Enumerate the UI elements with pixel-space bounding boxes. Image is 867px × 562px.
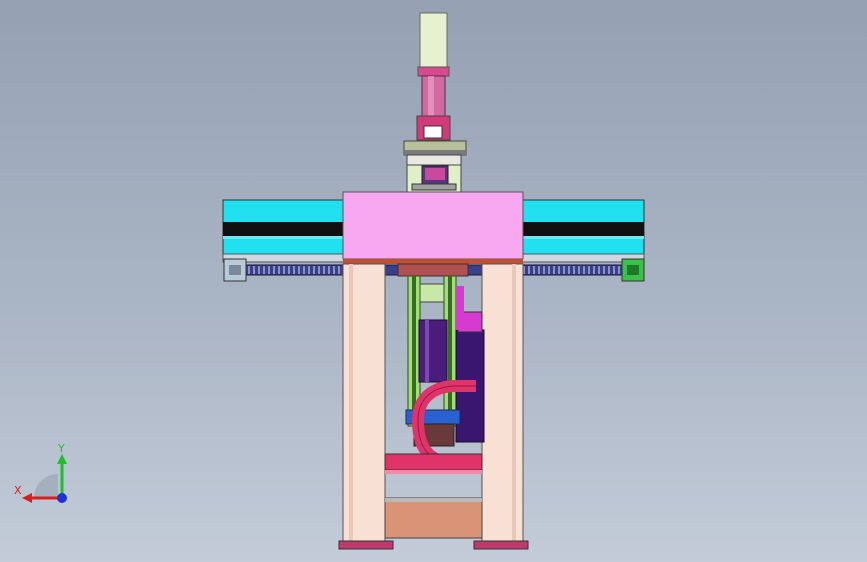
z-axis-dot [57, 493, 67, 503]
rack-tooth [573, 266, 575, 274]
rack-tooth [288, 266, 290, 274]
y-axis-label: Y [57, 442, 65, 455]
rack-tooth [333, 266, 335, 274]
vertical-axis[interactable] [397, 263, 485, 447]
rack-tooth [253, 266, 255, 274]
rack-tooth [588, 266, 590, 274]
rack-tooth [543, 266, 545, 274]
rack-tooth [603, 266, 605, 274]
cross-bar-upper [384, 453, 483, 471]
rack-tooth [293, 266, 295, 274]
rack-tooth [258, 266, 260, 274]
rack-tooth [618, 266, 620, 274]
rack-tooth [318, 266, 320, 274]
base-foot-right [473, 540, 529, 550]
cad-viewport[interactable] [0, 0, 867, 562]
coupling-block [406, 154, 462, 166]
rack-tooth [548, 266, 550, 274]
rack-tooth [583, 266, 585, 274]
rack-tooth [323, 266, 325, 274]
rack-tooth [593, 266, 595, 274]
rack-tooth [328, 266, 330, 274]
rack-tooth [578, 266, 580, 274]
rack-tooth [558, 266, 560, 274]
gantry-carriage[interactable] [342, 191, 524, 260]
base-foot-left [338, 540, 394, 550]
motor-collar [417, 66, 450, 77]
top-motor-assembly[interactable] [403, 12, 467, 193]
axis-triad: Y X [14, 442, 67, 503]
rack-tooth [563, 266, 565, 274]
rack-tooth [608, 266, 610, 274]
rack-tooth [308, 266, 310, 274]
motor-body[interactable] [419, 12, 448, 70]
rack-tooth [528, 266, 530, 274]
rack-tooth [303, 266, 305, 274]
rack-tooth [263, 266, 265, 274]
rack-tooth [568, 266, 570, 274]
rack-tooth [283, 266, 285, 274]
rack-tooth [313, 266, 315, 274]
x-axis-label: X [14, 484, 22, 497]
rack-tooth [598, 266, 600, 274]
rack-tooth [273, 266, 275, 274]
rack-tooth [533, 266, 535, 274]
rack-tooth [553, 266, 555, 274]
base-plate [384, 497, 483, 539]
rack-tooth [278, 266, 280, 274]
z-servo[interactable] [418, 319, 448, 383]
rack-tooth [613, 266, 615, 274]
rack-tooth [338, 266, 340, 274]
post-right[interactable] [481, 263, 524, 543]
rack-tooth [268, 266, 270, 274]
rack-tooth [538, 266, 540, 274]
rack-tooth [298, 266, 300, 274]
rack-tooth [248, 266, 250, 274]
